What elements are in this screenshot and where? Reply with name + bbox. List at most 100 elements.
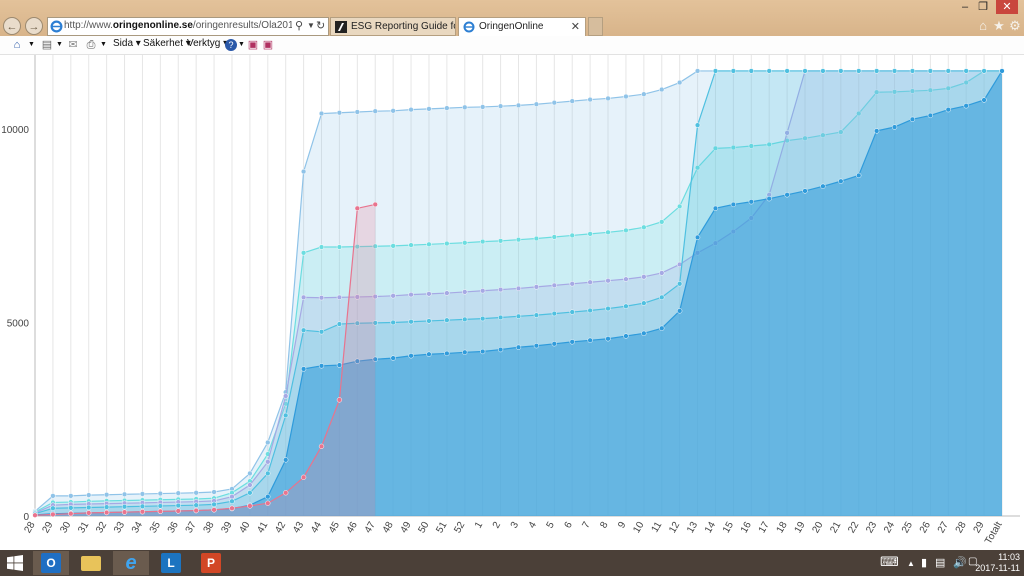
x-tick-label: 49 <box>399 520 414 536</box>
restore-icon[interactable]: ❐ <box>974 0 992 14</box>
dropdown-arrow-icon[interactable]: ▼ <box>307 21 315 30</box>
feeds-icon[interactable]: ▤ <box>40 38 54 52</box>
url-prefix: http://www. <box>64 20 113 31</box>
data-point <box>336 244 343 250</box>
data-point <box>623 303 629 309</box>
data-point <box>659 270 665 276</box>
data-point <box>587 307 593 314</box>
refresh-icon[interactable]: ↻ <box>316 19 325 32</box>
research-icon[interactable]: ▣ <box>246 38 260 52</box>
data-point <box>587 96 593 103</box>
data-point <box>999 68 1005 74</box>
security-menu[interactable]: Säkerhet ▾ <box>143 38 191 49</box>
data-point <box>372 201 378 208</box>
data-point <box>247 490 253 496</box>
taskbar-file-explorer[interactable] <box>73 551 109 575</box>
dropdown-arrow-icon[interactable]: ▼ <box>28 41 35 48</box>
address-url[interactable]: http://www.oringenonline.se/oringenresul… <box>64 20 292 31</box>
x-tick-label: Totalt <box>983 520 1005 546</box>
x-tick-label: 26 <box>918 520 933 536</box>
data-point <box>103 492 110 498</box>
data-point <box>86 492 92 498</box>
data-point <box>336 321 343 327</box>
data-point <box>551 282 557 288</box>
volume-icon[interactable]: 🔊 <box>953 556 967 569</box>
keyboard-icon[interactable]: ⌨ <box>880 554 899 570</box>
forward-button[interactable]: → <box>25 17 43 35</box>
x-tick-label: 40 <box>237 520 252 536</box>
tools-menu[interactable]: Verktyg ▾ <box>187 38 228 49</box>
system-clock[interactable]: 11:03 2017-11-11 <box>975 552 1020 574</box>
data-point <box>300 366 307 372</box>
x-tick-label: 28 <box>954 520 969 536</box>
print-icon[interactable]: ⎙ <box>84 38 98 52</box>
data-point <box>838 178 844 184</box>
data-point <box>820 183 826 189</box>
address-bar[interactable]: http://www.oringenonline.se/oringenresul… <box>47 17 329 36</box>
x-tick-label: 3 <box>509 520 522 531</box>
dropdown-arrow-icon[interactable]: ▼ <box>56 41 63 48</box>
search-icon[interactable]: ⚲ <box>295 19 303 32</box>
home-command-icon[interactable]: ⌂ <box>10 38 24 52</box>
data-point <box>497 346 504 353</box>
tab-oringenonline[interactable]: OringenOnline ✕ <box>458 17 586 36</box>
new-tab-button[interactable] <box>588 17 603 36</box>
tab-esg-reporting[interactable]: ESG Reporting Guide for Nordi... <box>330 17 456 36</box>
ie-page-icon <box>50 20 63 33</box>
x-tick-label: 47 <box>363 520 378 536</box>
minimize-icon[interactable]: – <box>956 0 974 14</box>
data-point <box>211 489 217 495</box>
windows-start-icon[interactable] <box>7 555 23 571</box>
dropdown-arrow-icon[interactable]: ▼ <box>100 41 107 48</box>
data-point <box>390 293 396 299</box>
favorites-star-icon[interactable]: ★ <box>991 18 1007 34</box>
help-icon[interactable]: ? <box>225 39 237 51</box>
home-icon[interactable]: ⌂ <box>975 18 991 34</box>
clock-date: 2017-11-11 <box>975 563 1020 573</box>
data-point <box>265 470 271 477</box>
data-point <box>193 490 199 496</box>
x-tick-label: 45 <box>327 520 342 536</box>
data-point <box>444 290 450 296</box>
data-point <box>444 240 450 247</box>
powerpoint-icon: P <box>201 553 221 573</box>
data-point <box>587 279 593 285</box>
translate-icon[interactable]: ▣ <box>261 38 275 52</box>
data-point <box>677 203 683 210</box>
taskbar-lync[interactable]: L <box>153 551 189 575</box>
data-point <box>408 353 414 359</box>
data-point <box>247 482 253 488</box>
network-icon[interactable]: ▤ <box>935 556 945 569</box>
data-point <box>623 333 629 339</box>
data-point <box>694 234 701 241</box>
data-point <box>103 504 110 510</box>
x-tick-label: 38 <box>202 520 217 536</box>
page-menu-label: Sida <box>113 38 134 49</box>
page-menu[interactable]: Sida ▾ <box>113 38 141 49</box>
settings-gear-icon[interactable]: ⚙ <box>1007 18 1023 34</box>
data-point <box>68 493 74 499</box>
taskbar-powerpoint[interactable]: P <box>193 551 229 575</box>
taskbar-outlook[interactable]: O <box>33 551 69 575</box>
security-menu-label: Säkerhet <box>143 38 184 49</box>
data-point <box>121 509 128 515</box>
mail-icon[interactable]: ✉ <box>66 38 80 52</box>
data-point <box>318 443 325 449</box>
x-tick-label: 11 <box>650 520 665 535</box>
y-axis: 0500010000 <box>1 125 29 523</box>
show-hidden-icons-icon[interactable]: ▲ <box>907 559 915 568</box>
data-point <box>909 68 916 74</box>
x-tick-label: 29 <box>972 520 987 536</box>
data-point <box>300 168 307 175</box>
data-point <box>426 318 432 324</box>
data-point <box>641 224 647 230</box>
taskbar-internet-explorer[interactable]: e <box>113 551 149 575</box>
close-window-icon[interactable]: ✕ <box>996 0 1018 14</box>
power-icon[interactable]: ▮ <box>921 556 927 569</box>
close-tab-icon[interactable]: ✕ <box>571 18 580 36</box>
x-tick-label: 44 <box>309 520 324 536</box>
data-point <box>247 470 253 477</box>
back-button[interactable]: ← <box>3 17 21 35</box>
dropdown-arrow-icon[interactable]: ▼ <box>238 41 245 48</box>
data-point <box>802 68 808 74</box>
